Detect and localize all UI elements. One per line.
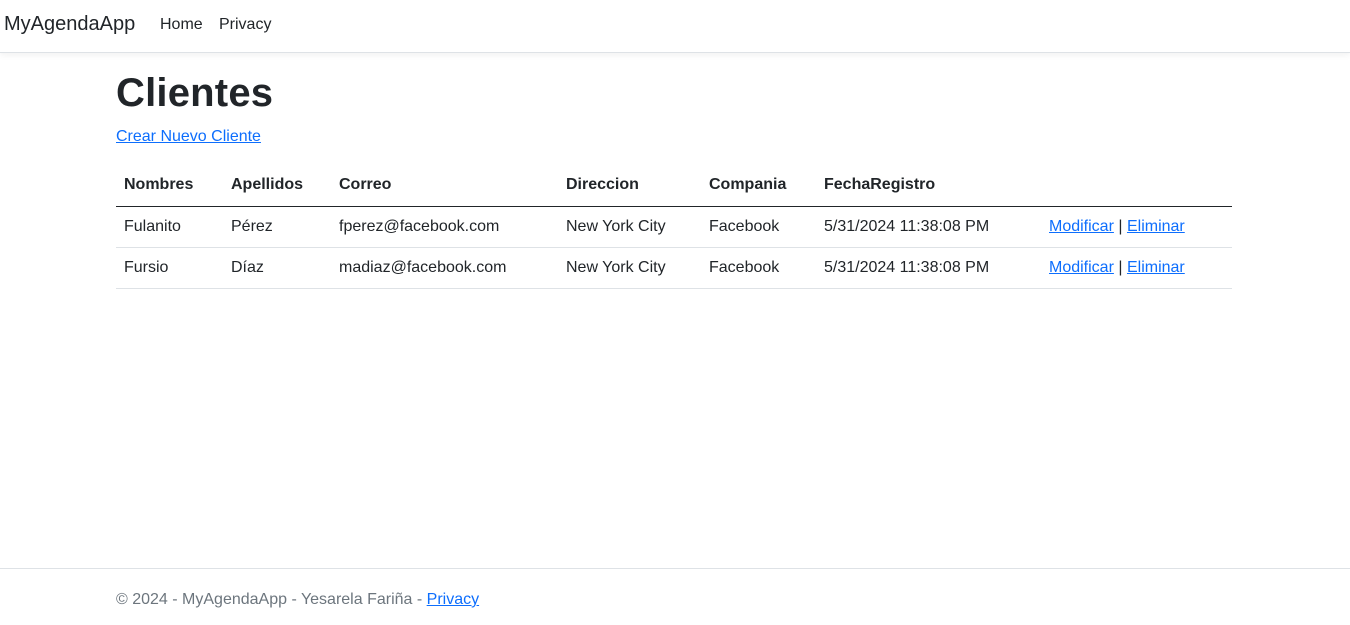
table-row: Fulanito Pérez fperez@facebook.com New Y… <box>116 206 1232 248</box>
cell-compania: Facebook <box>701 206 816 248</box>
top-navbar: MyAgendaApp Home Privacy <box>0 0 1350 53</box>
cell-compania: Facebook <box>701 247 816 289</box>
clients-table: Nombres Apellidos Correo Direccion Compa… <box>116 165 1232 289</box>
edit-link[interactable]: Modificar <box>1049 259 1114 276</box>
header-correo: Correo <box>331 165 558 207</box>
cell-actions: Modificar | Eliminar <box>1041 206 1232 248</box>
header-direccion: Direccion <box>558 165 701 207</box>
cell-fecharegistro: 5/31/2024 11:38:08 PM <box>816 247 1041 289</box>
action-separator: | <box>1118 258 1123 276</box>
footer-privacy-link[interactable]: Privacy <box>427 591 479 608</box>
nav-link-privacy[interactable]: Privacy <box>219 16 271 34</box>
table-body: Fulanito Pérez fperez@facebook.com New Y… <box>116 206 1232 289</box>
cell-direccion: New York City <box>558 247 701 289</box>
cell-direccion: New York City <box>558 206 701 248</box>
page-footer: © 2024 - MyAgendaApp - Yesarela Fariña -… <box>0 568 1350 625</box>
delete-link[interactable]: Eliminar <box>1127 218 1185 235</box>
cell-apellidos: Pérez <box>223 206 331 248</box>
cell-correo: madiaz@facebook.com <box>331 247 558 289</box>
table-header: Nombres Apellidos Correo Direccion Compa… <box>116 165 1232 207</box>
header-nombres: Nombres <box>116 165 223 207</box>
table-row: Fursio Díaz madiaz@facebook.com New York… <box>116 247 1232 289</box>
cell-apellidos: Díaz <box>223 247 331 289</box>
cell-correo: fperez@facebook.com <box>331 206 558 248</box>
header-row: Nombres Apellidos Correo Direccion Compa… <box>116 165 1232 207</box>
footer-copyright: © 2024 - MyAgendaApp - Yesarela Fariña - <box>116 591 427 608</box>
cell-nombres: Fulanito <box>116 206 223 248</box>
header-compania: Compania <box>701 165 816 207</box>
nav-link-home[interactable]: Home <box>160 16 203 34</box>
footer-text: © 2024 - MyAgendaApp - Yesarela Fariña -… <box>116 591 479 609</box>
cell-nombres: Fursio <box>116 247 223 289</box>
header-apellidos: Apellidos <box>223 165 331 207</box>
brand-link[interactable]: MyAgendaApp <box>4 13 135 36</box>
page-title: Clientes <box>116 71 274 115</box>
action-separator: | <box>1118 217 1123 235</box>
header-actions <box>1041 165 1232 207</box>
edit-link[interactable]: Modificar <box>1049 218 1114 235</box>
cell-actions: Modificar | Eliminar <box>1041 247 1232 289</box>
header-fecharegistro: FechaRegistro <box>816 165 1041 207</box>
delete-link[interactable]: Eliminar <box>1127 259 1185 276</box>
create-client-link[interactable]: Crear Nuevo Cliente <box>116 128 261 146</box>
cell-fecharegistro: 5/31/2024 11:38:08 PM <box>816 206 1041 248</box>
